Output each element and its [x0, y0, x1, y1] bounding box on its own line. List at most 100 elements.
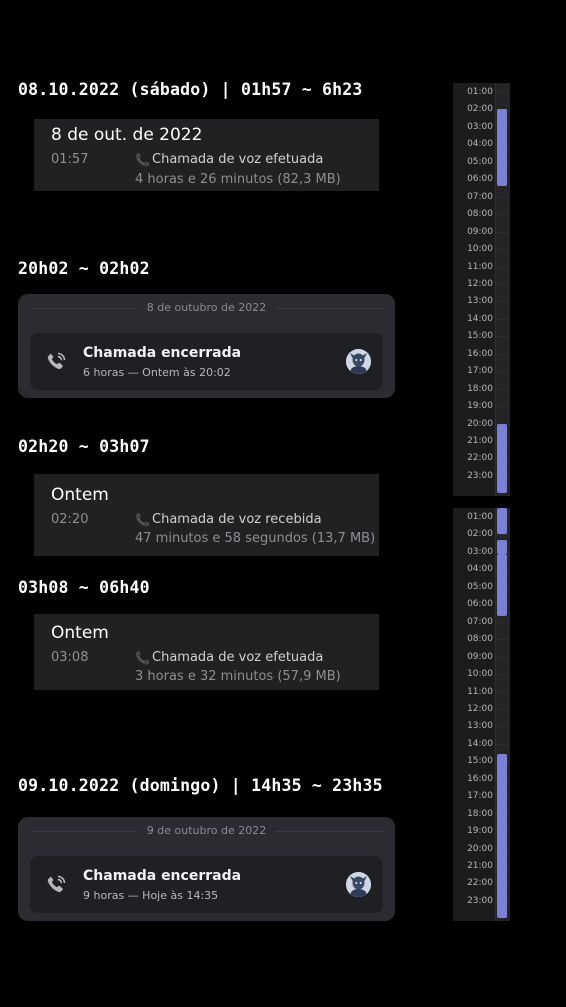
call-log-type: Chamada de voz efetuada [152, 650, 324, 665]
heading-range-4: 03h08 ~ 06h40 [18, 578, 150, 597]
user-avatar[interactable] [346, 349, 371, 374]
call-log-time: 01:57 [51, 152, 89, 167]
activity-bar [497, 754, 507, 919]
call-log-card[interactable]: Ontem 03:08 📞 Chamada de voz efetuada 3 … [34, 614, 379, 690]
hour-label: 12:00 [467, 278, 493, 289]
hour-label: 09:00 [467, 226, 493, 237]
hour-gridline [495, 353, 509, 355]
phone-icon: 📞 [135, 513, 150, 527]
hour-label: 14:00 [467, 738, 493, 749]
call-ended-card: 9 de outubro de 2022 Chamada encerrada 9… [18, 817, 395, 921]
call-ended-message[interactable]: Chamada encerrada 9 horas — Hoje às 14:3… [30, 856, 383, 913]
heading-range-2: 20h02 ~ 02h02 [18, 259, 150, 278]
call-log-time: 03:08 [51, 650, 89, 665]
call-log-date: Ontem [51, 623, 109, 643]
call-log-duration: 4 horas e 26 minutos (82,3 MB) [135, 172, 341, 187]
call-ended-subtitle: 6 horas — Ontem às 20:02 [83, 366, 231, 379]
hour-gridline [495, 639, 509, 641]
hour-label: 22:00 [467, 878, 493, 889]
hour-gridline [495, 266, 509, 268]
hour-label: 20:00 [467, 418, 493, 429]
heading-day-1: 08.10.2022 (sábado) | 01h57 ~ 6h23 [18, 80, 363, 99]
hour-label: 13:00 [467, 721, 493, 732]
hour-gridline [495, 743, 509, 745]
hour-label: 04:00 [467, 139, 493, 150]
user-avatar[interactable] [346, 872, 371, 897]
hour-label: 01:00 [467, 512, 493, 522]
hour-label: 11:00 [467, 261, 493, 272]
call-log-date: 8 de out. de 2022 [51, 125, 203, 145]
hour-label: 16:00 [467, 773, 493, 784]
hour-label: 15:00 [467, 756, 493, 767]
hour-label: 21:00 [467, 861, 493, 871]
hour-gridline [495, 534, 509, 536]
hour-gridline [495, 406, 509, 408]
call-log-duration: 3 horas e 32 minutos (57,9 MB) [135, 669, 341, 684]
call-ended-card: 8 de outubro de 2022 Chamada encerrada 6… [18, 294, 395, 398]
hour-label: 07:00 [467, 191, 493, 202]
hour-gridline [495, 336, 509, 338]
call-log-time: 02:20 [51, 512, 89, 527]
hour-label: 18:00 [467, 383, 493, 394]
call-ended-title: Chamada encerrada [83, 868, 242, 884]
date-separator-label: 8 de outubro de 2022 [136, 301, 277, 314]
hour-label: 14:00 [467, 313, 493, 324]
hour-gridline [495, 283, 509, 285]
hour-label: 04:00 [467, 564, 493, 575]
hour-label: 21:00 [467, 436, 493, 446]
call-ended-message[interactable]: Chamada encerrada 6 horas — Ontem às 20:… [30, 333, 383, 390]
hour-label: 03:00 [467, 546, 493, 557]
phone-call-end-icon [47, 352, 66, 370]
hour-label: 01:00 [467, 87, 493, 97]
hour-label: 02:00 [467, 529, 493, 540]
call-log-card[interactable]: Ontem 02:20 📞 Chamada de voz recebida 47… [34, 474, 379, 556]
call-log-card[interactable]: 8 de out. de 2022 01:57 📞 Chamada de voz… [34, 119, 379, 191]
hour-label: 07:00 [467, 616, 493, 627]
hour-gridline [495, 231, 509, 233]
call-log-date: Ontem [51, 485, 109, 505]
hour-label: 08:00 [467, 209, 493, 220]
date-separator-label: 9 de outubro de 2022 [136, 824, 277, 837]
hour-label: 11:00 [467, 686, 493, 697]
hour-label: 18:00 [467, 808, 493, 819]
call-log-duration: 47 minutos e 58 segundos (13,7 MB) [135, 531, 376, 546]
hour-gridline [495, 92, 509, 93]
hour-timeline: 01:00 02:00 03:00 04:00 05:00 06:00 07:00 08:00… [453, 83, 510, 496]
hour-label: 15:00 [467, 331, 493, 342]
hour-label: 22:00 [467, 453, 493, 464]
hour-label: 19:00 [467, 401, 493, 412]
hour-label: 19:00 [467, 826, 493, 837]
hour-gridline [495, 388, 509, 390]
hour-gridline [495, 318, 509, 320]
hour-label: 02:00 [467, 104, 493, 115]
hour-gridline [495, 726, 509, 728]
hour-gridline [495, 621, 509, 623]
hour-gridline [495, 196, 509, 198]
phone-call-end-icon [47, 875, 66, 893]
call-log-type: Chamada de voz recebida [152, 512, 322, 527]
hour-label: 03:00 [467, 121, 493, 132]
hour-label: 10:00 [467, 669, 493, 680]
activity-bar [497, 109, 507, 187]
hour-gridline [495, 214, 509, 216]
hour-label: 13:00 [467, 296, 493, 307]
hour-label: 23:00 [467, 895, 493, 906]
hour-gridline [495, 708, 509, 710]
hour-gridline [495, 674, 509, 676]
hour-label: 06:00 [467, 174, 493, 185]
hour-label: 17:00 [467, 791, 493, 802]
hour-timeline: 01:00 02:00 03:00 04:00 05:00 06:00 07:00 08:00… [453, 508, 510, 921]
call-log-type: Chamada de voz efetuada [152, 152, 324, 167]
hour-label: 09:00 [467, 651, 493, 662]
call-ended-subtitle: 9 horas — Hoje às 14:35 [83, 889, 219, 902]
hour-label: 12:00 [467, 703, 493, 714]
phone-icon: 📞 [135, 651, 150, 665]
hour-gridline [495, 301, 509, 303]
hour-label: 16:00 [467, 348, 493, 359]
hour-label: 17:00 [467, 366, 493, 377]
activity-bar [497, 539, 507, 554]
phone-icon: 📞 [135, 153, 150, 167]
heading-range-3: 02h20 ~ 03h07 [18, 437, 150, 456]
hour-label: 08:00 [467, 634, 493, 645]
activity-bar [497, 508, 507, 535]
